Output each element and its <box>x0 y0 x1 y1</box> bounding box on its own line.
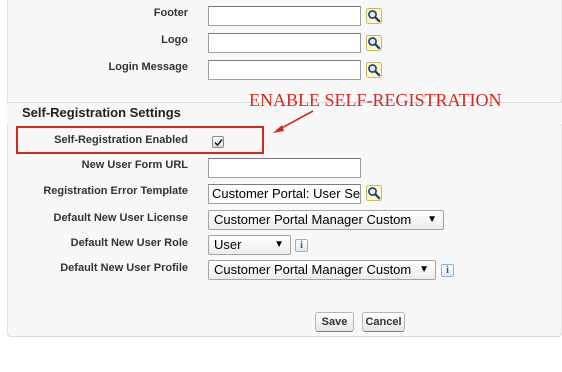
checkmark-icon <box>214 139 223 147</box>
new-user-form-url-label: New User Form URL <box>81 159 188 171</box>
default-license-select[interactable]: Customer Portal Manager Custom ▼ <box>208 210 444 230</box>
logo-input[interactable] <box>208 33 361 53</box>
registration-error-template-input[interactable]: Customer Portal: User Se <box>208 184 361 204</box>
role-info-icon[interactable]: i <box>295 239 308 252</box>
default-profile-value: Customer Portal Manager Custom <box>214 262 412 277</box>
registration-error-template-label: Registration Error Template <box>43 185 188 197</box>
registration-error-template-lookup-icon[interactable] <box>366 185 382 201</box>
default-role-value: User <box>214 237 242 252</box>
logo-label: Logo <box>161 34 188 46</box>
chevron-down-icon: ▼ <box>274 239 284 250</box>
logo-lookup-icon[interactable] <box>366 35 382 51</box>
default-role-label: Default New User Role <box>70 237 188 249</box>
footer-input[interactable] <box>208 6 361 26</box>
self-registration-enabled-checkbox[interactable] <box>212 136 224 148</box>
login-message-input[interactable] <box>208 60 361 80</box>
profile-info-icon[interactable]: i <box>441 264 454 277</box>
default-role-select[interactable]: User ▼ <box>208 235 291 255</box>
default-profile-label: Default New User Profile <box>60 262 188 274</box>
footer-lookup-icon[interactable] <box>366 8 382 24</box>
cancel-button[interactable]: Cancel <box>362 312 405 332</box>
footer-label: Footer <box>153 7 188 19</box>
section-title: Self-Registration Settings <box>22 105 181 120</box>
save-button[interactable]: Save <box>315 312 354 332</box>
self-registration-enabled-label: Self-Registration Enabled <box>54 134 188 146</box>
login-message-lookup-icon[interactable] <box>366 62 382 78</box>
login-message-label: Login Message <box>108 61 188 73</box>
default-profile-select[interactable]: Customer Portal Manager Custom ▼ <box>208 260 436 280</box>
default-license-label: Default New User License <box>53 212 189 224</box>
new-user-form-url-input[interactable] <box>208 158 361 178</box>
annotation-arrow-icon <box>273 110 314 133</box>
default-license-value: Customer Portal Manager Custom <box>214 212 412 227</box>
chevron-down-icon: ▼ <box>427 214 437 225</box>
chevron-down-icon: ▼ <box>419 264 429 275</box>
